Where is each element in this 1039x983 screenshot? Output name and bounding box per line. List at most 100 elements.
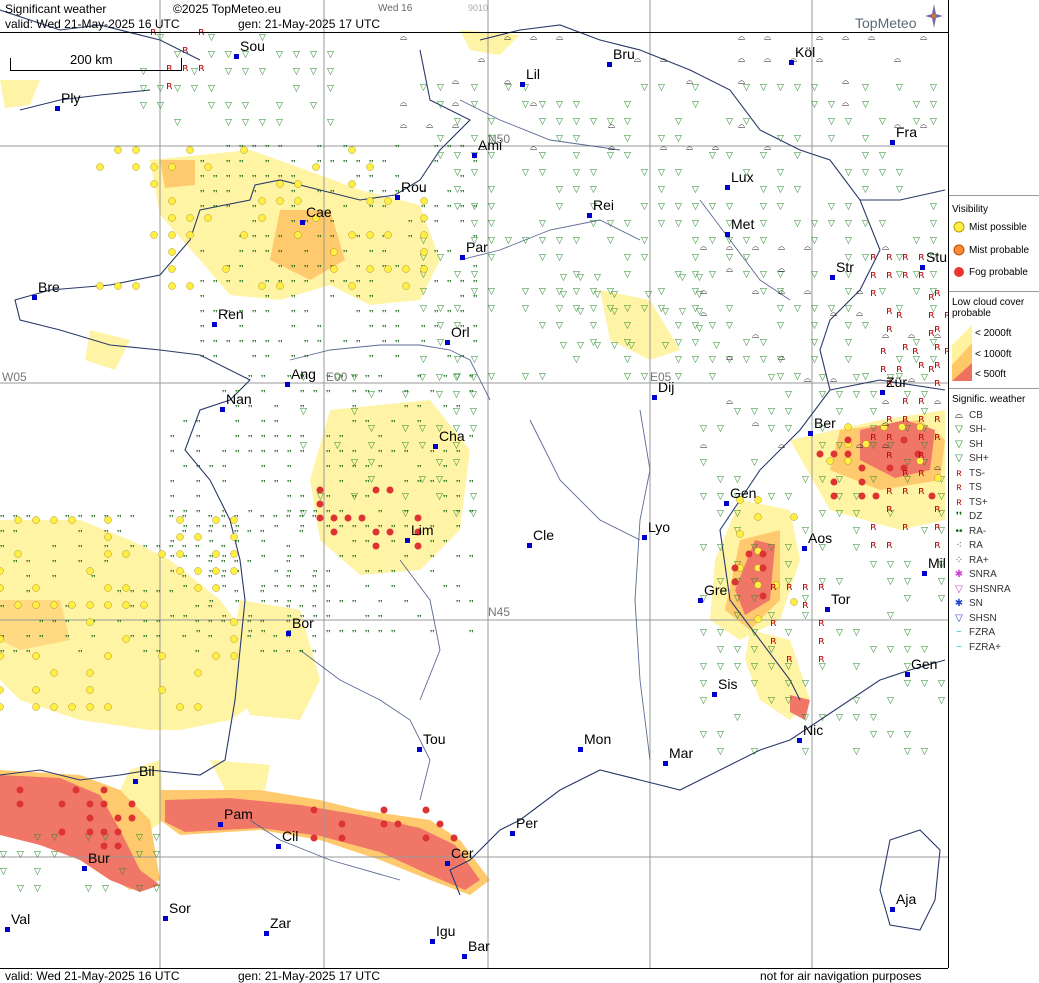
drizzle-icon: ❜❜ bbox=[200, 294, 205, 302]
mist-possible-icon bbox=[86, 686, 94, 694]
mist-possible-icon bbox=[366, 265, 374, 273]
mist-possible-icon bbox=[934, 474, 942, 482]
shower-icon: ▽ bbox=[539, 219, 546, 229]
shower-icon: ▽ bbox=[560, 341, 567, 351]
shower-icon: ▽ bbox=[590, 219, 597, 229]
thunderstorm-icon: ʀ bbox=[870, 538, 877, 551]
shower-icon: ▽ bbox=[751, 628, 758, 638]
shower-icon: ▽ bbox=[488, 287, 495, 297]
mist-possible-icon bbox=[122, 584, 130, 592]
fog-probable-icon bbox=[422, 806, 430, 814]
grid-label-e00: E00 bbox=[326, 370, 348, 384]
shower-icon: ▽ bbox=[879, 168, 886, 178]
shower-icon: ▽ bbox=[157, 33, 164, 43]
shower-icon: ▽ bbox=[594, 273, 601, 283]
shower-icon: ▽ bbox=[700, 543, 707, 553]
drizzle-icon: ❜❜ bbox=[26, 559, 31, 567]
fog-probable-icon bbox=[759, 564, 767, 572]
mist-possible-icon bbox=[150, 231, 158, 239]
shower-icon: ▽ bbox=[921, 645, 928, 655]
shower-icon: ▽ bbox=[700, 662, 707, 672]
mist-possible-icon bbox=[68, 516, 76, 524]
city-label: Val bbox=[11, 911, 31, 927]
shower-icon: ▽ bbox=[785, 424, 792, 434]
mist-possible-icon bbox=[348, 231, 356, 239]
shower-icon: ▽ bbox=[556, 304, 563, 314]
shower-icon: ▽ bbox=[624, 100, 631, 110]
legend-cloud-2000: < 2000ft bbox=[975, 327, 1012, 339]
drizzle-icon: ❜❜ bbox=[65, 619, 70, 627]
thunderstorm-icon: ʀ bbox=[198, 61, 205, 74]
drizzle-icon: ❜❜ bbox=[278, 234, 283, 242]
drizzle-icon: ❜❜ bbox=[417, 404, 422, 412]
drizzle-icon: ❜❜ bbox=[291, 279, 296, 287]
drizzle-icon: ❜❜ bbox=[261, 479, 266, 487]
cb-icon: ⌓ bbox=[778, 243, 785, 253]
shower-icon: ▽ bbox=[811, 338, 818, 348]
shower-icon: ▽ bbox=[471, 100, 478, 110]
mist-possible-icon bbox=[158, 686, 166, 694]
shower-icon: ▽ bbox=[887, 611, 894, 621]
city-label: Cil bbox=[282, 828, 299, 844]
shower-icon: ▽ bbox=[641, 236, 648, 246]
fog-probable-icon bbox=[310, 834, 318, 842]
drizzle-icon: ❜❜ bbox=[261, 449, 266, 457]
mist-possible-icon bbox=[366, 197, 374, 205]
shower-icon: ▽ bbox=[930, 83, 937, 93]
shower-icon: ▽ bbox=[930, 100, 937, 110]
shower-icon: ▽ bbox=[539, 168, 546, 178]
shower-icon: ▽ bbox=[743, 253, 750, 263]
drizzle-icon: ❜❜ bbox=[304, 309, 309, 317]
drizzle-icon: ❜❜ bbox=[395, 264, 400, 272]
drizzle-icon: ❜❜ bbox=[78, 649, 83, 657]
shower-icon: ▽ bbox=[717, 492, 724, 502]
legend-cloud-500: < 500ft bbox=[975, 368, 1006, 380]
shower-icon: ▽ bbox=[760, 219, 767, 229]
city-label: Aja bbox=[896, 891, 917, 907]
drizzle-icon: ❜❜ bbox=[200, 339, 205, 347]
shower-icon: ▽ bbox=[136, 833, 143, 843]
shower-light-icon: ▽ bbox=[955, 424, 963, 435]
shower-icon: ▽ bbox=[709, 372, 716, 382]
drizzle-icon: ❜❜ bbox=[312, 604, 317, 612]
drizzle-icon: ❜❜ bbox=[447, 189, 452, 197]
shower-icon: ▽ bbox=[904, 628, 911, 638]
rain-icon: ⁖ bbox=[956, 540, 962, 551]
shower-icon: ▽ bbox=[913, 100, 920, 110]
shower-icon: ▽ bbox=[34, 867, 41, 877]
drizzle-icon: ❜❜ bbox=[287, 464, 292, 472]
cb-icon: ⌓ bbox=[752, 287, 759, 297]
shower-icon: ▽ bbox=[436, 475, 443, 485]
shower-icon: ▽ bbox=[896, 168, 903, 178]
drizzle-icon: ❜❜ bbox=[143, 634, 148, 642]
shower-icon: ▽ bbox=[862, 83, 869, 93]
shower-icon: ▽ bbox=[845, 287, 852, 297]
shower-icon: ▽ bbox=[819, 441, 826, 451]
drizzle-icon: ❜❜ bbox=[365, 629, 370, 637]
mist-possible-icon bbox=[276, 282, 284, 290]
drizzle-icon: ❜❜ bbox=[261, 374, 266, 382]
shower-icon: ▽ bbox=[709, 202, 716, 212]
shower-icon: ▽ bbox=[522, 287, 529, 297]
weather-legend-label: TS+ bbox=[969, 496, 988, 508]
shower-icon: ▽ bbox=[153, 884, 160, 894]
shower-icon: ▽ bbox=[488, 202, 495, 212]
shower-icon: ▽ bbox=[853, 696, 860, 706]
drizzle-icon: ❜❜ bbox=[395, 354, 400, 362]
drizzle-icon: ❜❜ bbox=[299, 604, 304, 612]
shower-icon: ▽ bbox=[717, 645, 724, 655]
drizzle-icon: ❜❜ bbox=[300, 554, 305, 562]
shower-icon: ▽ bbox=[853, 509, 860, 519]
drizzle-icon: ❜❜ bbox=[339, 524, 344, 532]
shower-icon: ▽ bbox=[522, 236, 529, 246]
drizzle-icon: ❜❜ bbox=[473, 324, 478, 332]
shower-icon: ▽ bbox=[556, 185, 563, 195]
mist-possible-icon bbox=[348, 146, 356, 154]
drizzle-icon: ❜❜ bbox=[299, 649, 304, 657]
drizzle-icon: ❜❜ bbox=[339, 554, 344, 562]
drizzle-icon: ❜❜ bbox=[434, 249, 439, 257]
drizzle-icon: ❜❜ bbox=[317, 144, 322, 152]
drizzle-icon: ❜❜ bbox=[261, 434, 266, 442]
drizzle-icon: ❜❜ bbox=[287, 434, 292, 442]
drizzle-icon: ❜❜ bbox=[369, 279, 374, 287]
